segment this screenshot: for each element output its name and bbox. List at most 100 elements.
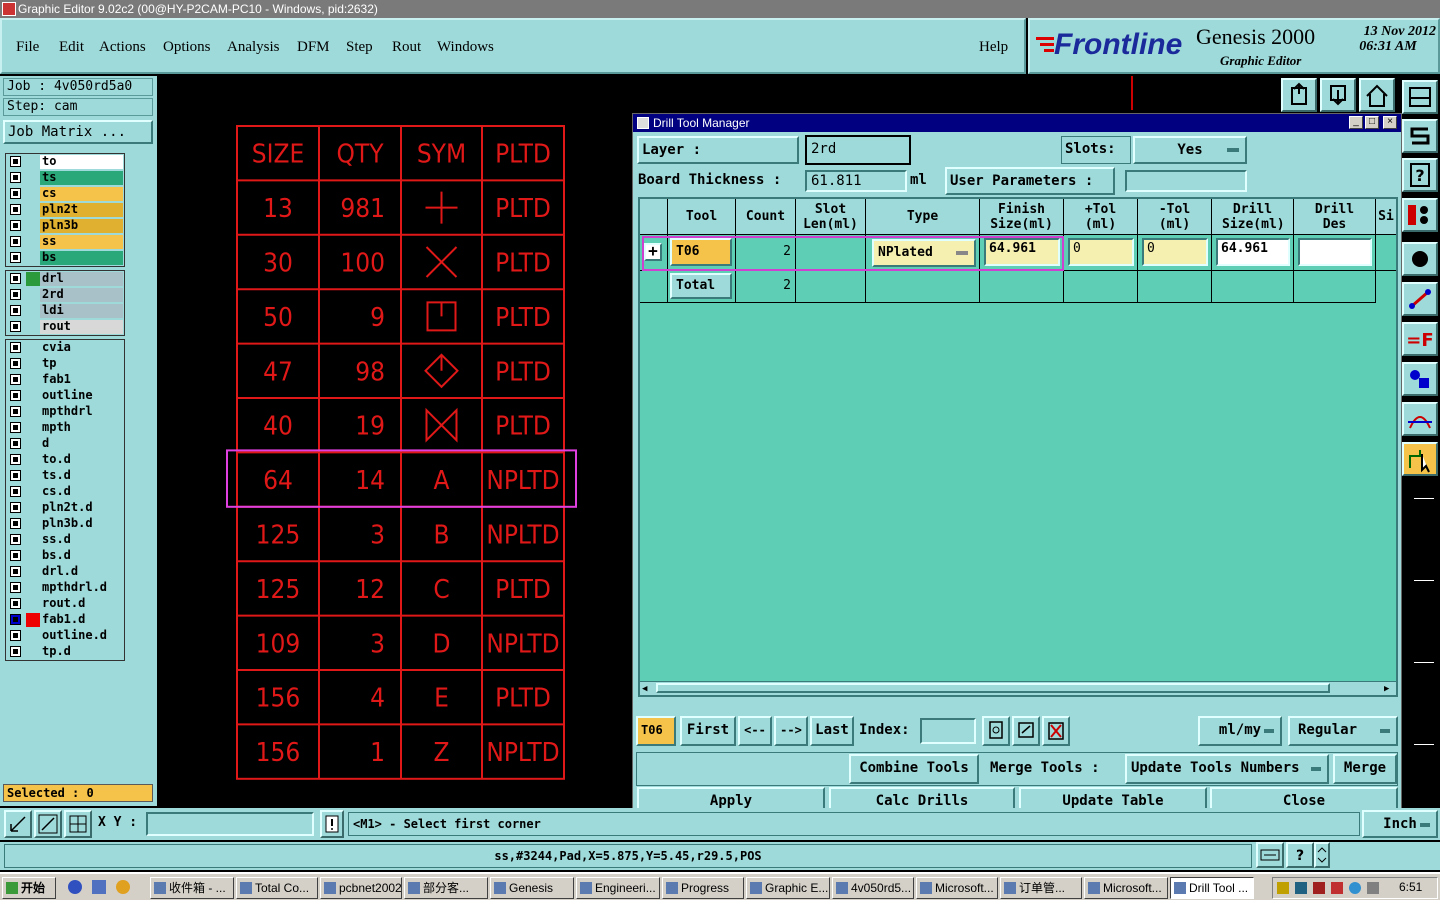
layer-checkbox[interactable] — [10, 156, 21, 167]
tray-tools-icon[interactable] — [1313, 882, 1325, 894]
grid-icon[interactable] — [64, 810, 92, 838]
taskbar-item[interactable]: Engineeri... — [576, 877, 660, 899]
layer-checkbox[interactable] — [10, 358, 21, 369]
layer-row-pln2t[interactable]: pln2t — [6, 202, 124, 218]
last-button[interactable]: Last — [810, 716, 854, 746]
tray-close-icon[interactable] — [1331, 882, 1343, 894]
shapes-icon[interactable] — [1402, 362, 1438, 396]
layer-input[interactable]: 2rd — [805, 135, 911, 165]
layer-checkbox[interactable] — [10, 374, 21, 385]
layer-checkbox[interactable] — [10, 390, 21, 401]
layer-checkbox[interactable] — [10, 598, 21, 609]
layer-color-swatch[interactable] — [26, 219, 40, 233]
zoom-fit-icon[interactable] — [4, 810, 32, 838]
taskbar-item[interactable]: Genesis — [490, 877, 574, 899]
layer-row-rout.d[interactable]: rout.d — [6, 596, 124, 612]
layer-row-tp[interactable]: tp — [6, 356, 124, 372]
layer-row-bs[interactable]: bs — [6, 250, 124, 266]
layer-color-swatch[interactable] — [26, 501, 40, 515]
taskbar-item[interactable]: Drill Tool ... — [1170, 877, 1254, 899]
horizontal-scrollbar[interactable]: ◀ ▶ — [640, 681, 1396, 695]
menu-edit[interactable]: Edit — [59, 39, 84, 56]
layer-row-to.d[interactable]: to.d — [6, 452, 124, 468]
layer-row-pln2t.d[interactable]: pln2t.d — [6, 500, 124, 516]
first-button[interactable]: First — [680, 716, 736, 746]
start-button[interactable]: 开始 — [2, 877, 56, 899]
layer-row-pln3b[interactable]: pln3b — [6, 218, 124, 234]
menu-file[interactable]: File — [16, 39, 39, 56]
layer-row-2rd[interactable]: 2rd — [6, 287, 124, 303]
user-parameters-input[interactable] — [1125, 170, 1247, 192]
desktop-icon[interactable] — [92, 880, 106, 894]
layer-row-ldi[interactable]: ldi — [6, 303, 124, 319]
layer-color-swatch[interactable] — [26, 629, 40, 643]
keyboard-icon[interactable] — [1256, 842, 1284, 868]
tool-info-icon[interactable] — [982, 716, 1010, 746]
layer-checkbox[interactable] — [10, 321, 21, 332]
taskbar-item[interactable]: Microsoft... — [916, 877, 998, 899]
layer-color-swatch[interactable] — [26, 272, 40, 286]
xy-input[interactable] — [146, 812, 314, 836]
index-input[interactable] — [920, 718, 976, 744]
layer-checkbox[interactable] — [10, 342, 21, 353]
taskbar-item[interactable]: 4v050rd5... — [832, 877, 914, 899]
layer-row-tp.d[interactable]: tp.d — [6, 644, 124, 660]
layer-checkbox[interactable] — [10, 273, 21, 284]
close-window-button[interactable]: × — [1383, 116, 1397, 129]
layer-row-cs.d[interactable]: cs.d — [6, 484, 124, 500]
tray-network-icon[interactable] — [1295, 882, 1307, 894]
layer-row-pln3b.d[interactable]: pln3b.d — [6, 516, 124, 532]
layer-row-ss.d[interactable]: ss.d — [6, 532, 124, 548]
layer-checkbox[interactable] — [10, 630, 21, 641]
layer-checkbox[interactable] — [10, 486, 21, 497]
layer-checkbox[interactable] — [10, 470, 21, 481]
feature-filter-icon[interactable]: =F — [1402, 322, 1438, 356]
taskbar-item[interactable]: 订单管... — [1000, 877, 1082, 899]
layer-checkbox[interactable] — [10, 502, 21, 513]
layer-row-ts[interactable]: ts — [6, 170, 124, 186]
help-icon[interactable]: ? — [1286, 842, 1314, 868]
plus-tol-input[interactable]: 0 — [1068, 238, 1134, 266]
layer-row-ts.d[interactable]: ts.d — [6, 468, 124, 484]
layer-color-swatch[interactable] — [26, 251, 40, 265]
taskbar-item[interactable]: Graphic E... — [746, 877, 830, 899]
zoom-window-icon[interactable] — [34, 810, 62, 838]
measure-icon[interactable] — [1402, 198, 1438, 232]
maximize-button[interactable]: □ — [1365, 116, 1379, 129]
arc-icon[interactable] — [1402, 402, 1438, 436]
layer-checkbox[interactable] — [10, 406, 21, 417]
units-inch-select[interactable]: Inch — [1362, 810, 1438, 838]
menu-rout[interactable]: Rout — [392, 39, 421, 56]
layer-checkbox[interactable] — [10, 204, 21, 215]
layer-color-swatch[interactable] — [26, 288, 40, 302]
menu-step[interactable]: Step — [346, 39, 373, 56]
export-icon[interactable] — [1281, 78, 1317, 112]
layer-checkbox[interactable] — [10, 566, 21, 577]
layer-row-cvia[interactable]: cvia — [6, 340, 124, 356]
layer-color-swatch[interactable] — [26, 235, 40, 249]
layer-color-swatch[interactable] — [26, 421, 40, 435]
layer-color-swatch[interactable] — [26, 405, 40, 419]
layer-color-swatch[interactable] — [26, 549, 40, 563]
layer-row-rout[interactable]: rout — [6, 319, 124, 335]
taskbar-item[interactable]: Microsoft... — [1084, 877, 1168, 899]
layer-checkbox[interactable] — [10, 438, 21, 449]
prev-button[interactable]: <-- — [738, 716, 772, 746]
scroll-left-icon[interactable]: ◀ — [642, 684, 647, 694]
layer-checkbox[interactable] — [10, 582, 21, 593]
ie-icon[interactable] — [68, 880, 82, 894]
combine-tools-button[interactable]: Combine Tools — [849, 754, 979, 784]
layer-row-drl[interactable]: drl — [6, 271, 124, 287]
select-pointer-icon[interactable] — [1402, 442, 1438, 476]
scroll-right-icon[interactable]: ▶ — [1384, 684, 1389, 694]
layer-color-swatch[interactable] — [26, 171, 40, 185]
taskbar-item[interactable]: 收件箱 - ... — [150, 877, 234, 899]
layer-checkbox[interactable] — [10, 534, 21, 545]
minimize-button[interactable]: _ — [1349, 116, 1363, 129]
job-matrix-button[interactable]: Job Matrix ... — [3, 120, 153, 144]
layer-row-to[interactable]: to — [6, 154, 124, 170]
layer-color-swatch[interactable] — [26, 645, 40, 659]
pad-icon[interactable] — [1402, 242, 1438, 276]
menu-help[interactable]: Help — [979, 39, 1008, 56]
menu-windows[interactable]: Windows — [437, 39, 494, 56]
